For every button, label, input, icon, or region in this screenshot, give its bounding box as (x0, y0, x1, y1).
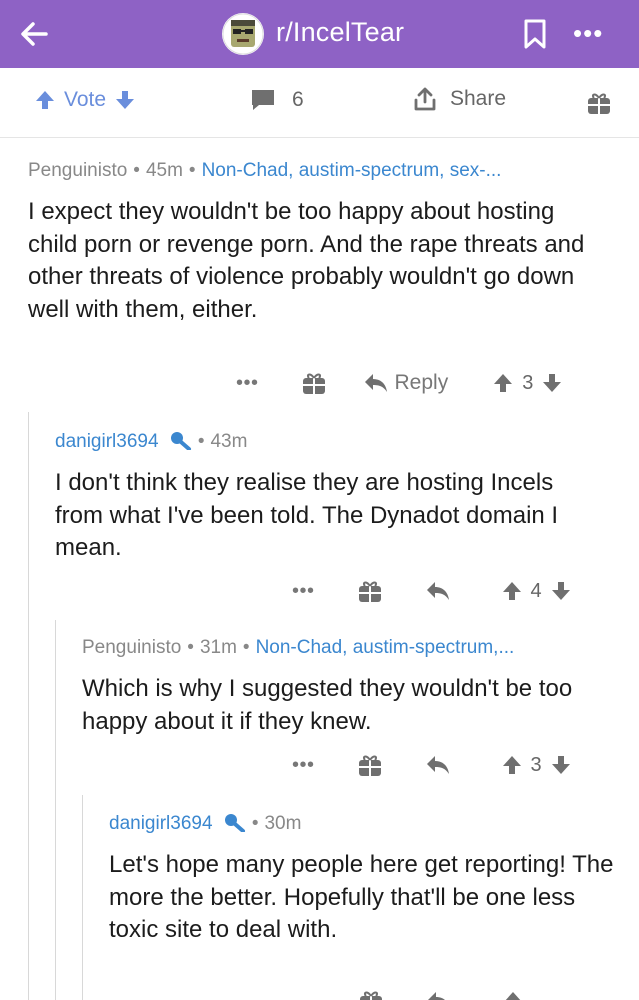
reply-arrow-icon[interactable] (426, 990, 452, 1000)
comment-username[interactable]: Penguinisto (28, 160, 127, 181)
comment: danigirl3694 • 30m Let's hope many people… (109, 812, 629, 947)
share-label: Share (450, 87, 507, 110)
post-action-bar: Vote 6 Share (0, 68, 639, 138)
reply-button[interactable]: Reply (395, 371, 449, 395)
comment-meta: danigirl3694 • 43m (55, 431, 248, 452)
comment-time: 45m (145, 160, 183, 181)
award-gift-icon[interactable] (357, 578, 383, 604)
comment-score: 3 (522, 371, 534, 394)
award-gift-icon[interactable] (586, 90, 612, 116)
downvote-icon[interactable] (550, 754, 572, 776)
comment-actions: ••• Reply 3 (236, 370, 563, 396)
more-options-icon[interactable]: ••• (236, 372, 259, 395)
subreddit-title[interactable]: r/IncelTear (276, 17, 404, 48)
upvote-icon[interactable] (501, 580, 523, 602)
more-options-icon[interactable]: ••• (292, 754, 315, 777)
reply-arrow-icon[interactable] (425, 754, 451, 776)
downvote-icon[interactable] (550, 580, 572, 602)
upvote-icon[interactable] (501, 754, 523, 776)
comment-body: I expect they wouldn't be too happy abou… (28, 198, 585, 323)
comment-actions: ••• 3 (292, 752, 572, 778)
upvote-icon[interactable] (492, 372, 514, 394)
vote-label: Vote (64, 88, 107, 111)
comment: danigirl3694 • 43m I don't think they rea… (55, 430, 615, 565)
mod-microphone-icon (224, 814, 245, 833)
comment-body: Which is why I suggested they wouldn't b… (82, 675, 573, 735)
subreddit-avatar[interactable] (222, 13, 264, 55)
comment-time: 31m (199, 637, 237, 658)
comment-time: 30m (264, 813, 302, 834)
user-flair: Non-Chad, austim-spectrum, sex-... (201, 160, 502, 181)
comment: Penguinisto • 31m • Non-Chad, austim-spectru… (82, 637, 627, 738)
comment-time: 43m (210, 431, 248, 452)
comment-body: I don't think they realise they are host… (55, 469, 559, 561)
user-flair: Non-Chad, austim-spectrum,... (255, 637, 515, 658)
avatar-face-icon (222, 13, 264, 55)
thread-line[interactable] (82, 795, 83, 1000)
comments-button[interactable]: 6 (250, 88, 304, 112)
award-gift-icon[interactable] (357, 752, 383, 778)
thread-line[interactable] (28, 412, 29, 1000)
upvote-icon[interactable] (34, 89, 56, 111)
back-arrow-icon[interactable] (16, 16, 52, 52)
more-icon[interactable]: ••• (573, 20, 603, 46)
comment-count: 6 (292, 88, 304, 111)
comment-bubble-icon (252, 90, 274, 110)
downvote-icon[interactable] (541, 372, 563, 394)
more-options-icon[interactable]: ••• (292, 580, 315, 603)
share-icon (414, 87, 436, 111)
comment-username[interactable]: danigirl3694 (109, 813, 213, 834)
thread-line[interactable] (55, 620, 56, 1000)
comment: Penguinisto • 45m • Non-Chad, austim-spectru… (28, 160, 608, 326)
reply-arrow-icon[interactable] (425, 580, 451, 602)
top-app-bar: r/IncelTear ••• (0, 0, 639, 68)
comment-body: Let's hope many people here get reportin… (109, 851, 614, 943)
bookmark-icon[interactable] (523, 18, 547, 50)
comment-meta: Penguinisto • 45m • Non-Chad, austim-spectru… (28, 160, 502, 181)
comment-meta: danigirl3694 • 30m (109, 813, 302, 834)
comment-username[interactable]: danigirl3694 (55, 431, 159, 452)
comment-username[interactable]: Penguinisto (82, 637, 181, 658)
vote-control: Vote (34, 88, 136, 112)
comment-score: 3 (530, 753, 542, 776)
downvote-icon[interactable] (114, 89, 136, 111)
mod-microphone-icon (170, 432, 191, 451)
upvote-icon[interactable] (502, 990, 524, 1000)
comment-actions (358, 988, 524, 1000)
comment-score: 4 (530, 579, 542, 602)
award-gift-icon[interactable] (358, 988, 384, 1000)
share-button[interactable]: Share (412, 86, 506, 112)
comment-actions: ••• 4 (292, 578, 572, 604)
comment-meta: Penguinisto • 31m • Non-Chad, austim-spectru… (82, 637, 515, 658)
award-gift-icon[interactable] (301, 370, 327, 396)
reply-arrow-icon (364, 374, 387, 392)
